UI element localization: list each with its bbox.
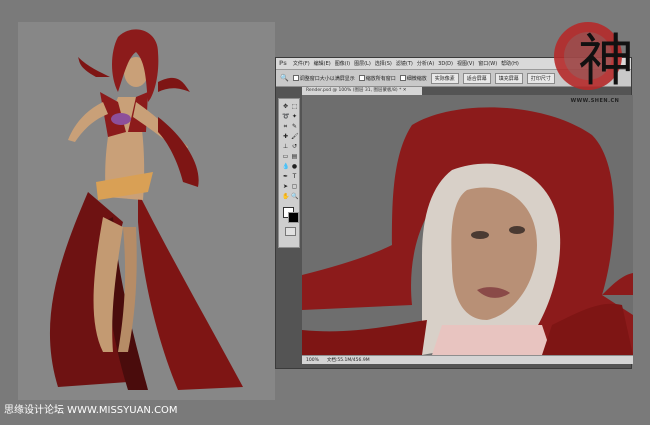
character-illustration [49,29,243,390]
reference-figure-panel [18,22,275,400]
type-tool-icon[interactable]: T [291,173,298,180]
document-tab[interactable]: Render.psd @ 100% (图层 31, 图层蒙板/8) * ✕ [302,87,422,95]
menu-filter[interactable]: 滤镜(T) [396,60,413,67]
move-tool-icon[interactable]: ✥ [282,103,289,110]
history-brush-tool-icon[interactable]: ↺ [291,143,298,150]
menu-3d[interactable]: 3D(D) [438,61,453,67]
photoshop-logo: Ps [279,60,287,67]
quick-mask-icon[interactable] [285,227,296,236]
fill-screen-button[interactable]: 填充屏幕 [494,72,523,84]
menu-view[interactable]: 视图(V) [457,60,474,67]
marquee-tool-icon[interactable]: ⬚ [291,103,298,110]
menu-analysis[interactable]: 分析(A) [417,60,434,67]
seal-character: 神 [578,29,634,94]
menu-image[interactable]: 图像(I) [335,60,350,67]
checkbox-icon [292,75,299,81]
healing-tool-icon[interactable]: ✚ [282,133,289,140]
zoom-level[interactable]: 100% [306,358,319,363]
hand-tool-icon[interactable]: ✋ [282,193,289,200]
fit-screen-button[interactable]: 适合屏幕 [462,72,491,84]
gradient-tool-icon[interactable]: ▤ [291,153,298,160]
brush-tool-icon[interactable]: 🖌 [291,133,299,140]
document-canvas[interactable] [302,95,633,355]
crop-tool-icon[interactable]: ⌗ [282,123,289,130]
forum-watermark: 思缘设计论坛 WWW.MISSYUAN.COM [4,405,178,416]
menu-file[interactable]: 文件(F) [293,60,310,67]
zoomed-face-artwork [302,95,633,355]
checkbox-icon [358,75,365,81]
eyedropper-tool-icon[interactable]: ✎ [291,123,298,130]
zoom-all-windows-checkbox[interactable]: 缩放所有窗口 [358,75,396,82]
path-select-tool-icon[interactable]: ➤ [282,183,289,190]
pen-tool-icon[interactable]: ✒ [282,173,289,180]
resize-windows-checkbox[interactable]: 调整窗口大小以满屏显示 [292,75,355,82]
blur-tool-icon[interactable]: 💧 [282,163,289,170]
zoom-tool-icon[interactable]: 🔍 [291,193,298,200]
eraser-tool-icon[interactable]: ▭ [282,153,289,160]
menu-window[interactable]: 窗口(W) [478,60,497,67]
status-bar: 100% 文档:55.1M/456.9M [302,355,633,364]
menu-help[interactable]: 帮助(H) [501,60,519,67]
menu-select[interactable]: 选择(S) [375,60,392,67]
document-size: 文档:55.1M/456.9M [326,358,370,363]
background-color-swatch[interactable] [288,212,299,223]
zoom-tool-icon[interactable]: 🔍 [280,74,289,82]
checkbox-icon [399,75,406,81]
shape-tool-icon[interactable]: ▢ [291,183,298,190]
actual-pixels-button[interactable]: 实际像素 [430,72,459,84]
stamp-tool-icon[interactable]: ⊥ [282,143,289,150]
menu-edit[interactable]: 编辑(E) [314,60,331,67]
menu-layer[interactable]: 图层(L) [354,60,371,67]
tools-panel: ✥ ⬚ ➰ ✦ ⌗ ✎ ✚ 🖌 ⊥ ↺ ▭ ▤ 💧 ● ✒ T ➤ ▢ ✋ 🔍 [278,98,300,248]
seal-logo: 神 [548,8,642,98]
seal-caption: WWW.SHEN.CN [570,98,620,104]
scrubby-zoom-checkbox[interactable]: 细微缩放 [399,75,427,82]
dodge-tool-icon[interactable]: ● [291,163,298,170]
lasso-tool-icon[interactable]: ➰ [282,113,289,120]
magic-wand-tool-icon[interactable]: ✦ [291,113,298,120]
